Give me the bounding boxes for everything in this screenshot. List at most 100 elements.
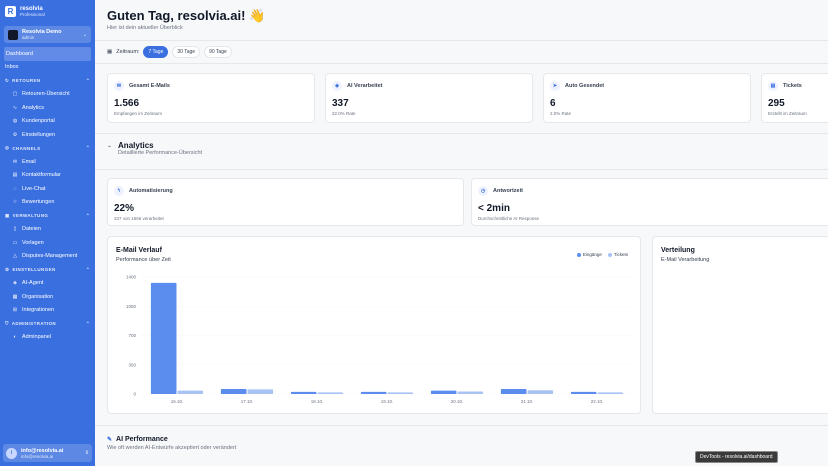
chevron-up-icon: ⌃ (85, 145, 90, 151)
sidebar-item-label: Dashboard (6, 50, 33, 57)
range-30-days-button[interactable]: 30 Tage (172, 46, 201, 58)
bar-tickets (527, 390, 554, 394)
bar-eingaenge (220, 388, 247, 394)
settings-icon: ⚙ (5, 266, 10, 272)
shield-icon: ⛉ (5, 321, 9, 327)
chevron-up-icon: ⌃ (107, 146, 113, 152)
gear-icon: ⚙ (12, 131, 18, 138)
kpi-value: 6 (550, 98, 556, 109)
divider (95, 425, 828, 426)
y-tick-label: 1050 (126, 304, 137, 309)
sidebar-section-einstellungen[interactable]: ⚙ EINSTELLUNGEN ⌃ (0, 263, 95, 277)
y-tick-label: 0 (133, 392, 136, 397)
ai-performance-section: ✎ AI Performance Wie oft werden AI-Entwür… (107, 436, 236, 451)
sidebar-item-bewertungen[interactable]: ☆ Bewertungen (0, 196, 95, 210)
response-time-card: ◷ Antwortzeit < 2min Durchschnittliche AI… (471, 178, 828, 226)
analytics-section-toggle[interactable]: ⌃ Analytics Detaillierte Performance-Übe… (107, 141, 202, 156)
x-tick-label: 22.10. (591, 399, 604, 404)
sidebar-item-kontaktformular[interactable]: ▤ Kontaktformular (0, 169, 95, 183)
bar-tickets (177, 390, 204, 394)
chevron-up-icon: ⌃ (85, 320, 90, 326)
ticket-icon: ▤ (768, 81, 778, 91)
x-tick-label: 17.10. (241, 399, 254, 404)
pencil-icon: ✎ (107, 437, 113, 443)
sidebar-section-retouren[interactable]: ↻ RETOUREN ⌃ (0, 74, 95, 88)
sidebar-section-channels[interactable]: ◎ CHANNELS ⌃ (0, 142, 95, 156)
sidebar-item-email[interactable]: ✉ Email (0, 155, 95, 169)
sidebar-section-verwaltung[interactable]: ▣ VERWALTUNG ⌃ (0, 209, 95, 223)
sidebar-item-inbox[interactable]: Inbox (0, 61, 95, 75)
chevron-up-icon: ⌃ (85, 212, 90, 218)
automation-card: ϟ Automatisierung 22% 337 von 1566 verarb… (107, 178, 464, 226)
divider (95, 40, 828, 41)
broadcast-icon: ◎ (5, 145, 10, 151)
kpi-card-tickets[interactable]: ▤ Tickets 295 Erstellt im Zeitraum (761, 73, 828, 123)
divider (95, 169, 828, 170)
range-7-days-button[interactable]: 7 Tage (143, 46, 169, 58)
automation-value: 22% (114, 203, 135, 214)
refresh-icon: ↻ (5, 77, 10, 83)
brand[interactable]: R resolvia Professional (0, 0, 95, 23)
kpi-sub: Erstellt im Zeitraum (768, 111, 807, 116)
bar-eingaenge (500, 388, 527, 394)
x-tick-label: 21.10. (521, 399, 534, 404)
sidebar-item-vorlagen[interactable]: ▭ Vorlagen (0, 236, 95, 250)
range-90-days-button[interactable]: 90 Tage (204, 46, 232, 58)
page-subtitle: Hier ist dein aktueller Überblick (107, 25, 183, 31)
analytics-subtitle: Detaillierte Performance-Übersicht (118, 150, 203, 156)
bolt-icon: ϟ (114, 186, 124, 196)
email-history-chart: 0 350 700 1050 1400 16.10. 17.10. 18.10. 19.10. 2… (126, 275, 632, 404)
x-tick-label: 19.10. (381, 399, 394, 404)
bar-eingaenge (360, 391, 387, 394)
automation-sub: 337 von 1566 verarbeitet (114, 216, 164, 221)
sidebar-item-live-chat[interactable]: ◌ Live-Chat (0, 182, 95, 196)
kpi-card-total-emails[interactable]: ✉ Gesamt E-Mails 1.566 Empfangen im Zeitr… (107, 73, 315, 123)
user-menu[interactable]: i info@resolvia.ai info@resolvia.ai ⇕ (3, 444, 92, 462)
mail-icon: ✉ (114, 81, 124, 91)
sidebar-item-dashboard[interactable]: Dashboard (4, 47, 91, 61)
divider (95, 63, 828, 64)
y-tick-label: 1400 (126, 275, 137, 280)
user-shield-icon: ◐ (13, 334, 17, 341)
response-value: < 2min (478, 203, 510, 214)
main-content: Guten Tag, resolvia.ai! 👋 Hier ist dein … (95, 0, 828, 466)
page-title: Guten Tag, resolvia.ai! 👋 (107, 8, 266, 23)
sidebar-item-kundenportal[interactable]: ◍ Kundenportal (0, 115, 95, 129)
template-icon: ▭ (12, 239, 18, 246)
sidebar: R resolvia Professional Resolvia Demo ad… (0, 0, 95, 466)
sidebar-item-dateien[interactable]: ▯ Dateien (0, 223, 95, 237)
bot-icon: ◈ (332, 81, 342, 91)
kpi-card-auto-sent[interactable]: ➤ Auto Gesendet 6 2.0% Rate (543, 73, 751, 123)
divider (95, 133, 828, 134)
distribution-subtitle: E-Mail Verarbeitung (661, 257, 710, 263)
sidebar-item-organisation[interactable]: ▦ Organisation (0, 290, 95, 304)
devtools-tooltip: DevTools - resolvia.ai/dashboard (695, 451, 778, 463)
chevron-down-icon: ⌄ (82, 31, 87, 38)
sidebar-item-analytics[interactable]: ∿ Analytics (0, 101, 95, 115)
kpi-sub: Empfangen im Zeitraum (114, 111, 163, 116)
brand-plan: Professional (20, 12, 45, 17)
chart-icon: ∿ (12, 104, 18, 111)
sidebar-item-adminpanel[interactable]: ◐ Adminpanel (0, 331, 95, 345)
chevron-up-icon: ⌃ (85, 77, 90, 83)
distribution-card: Verteilung E-Mail Verarbeitung (652, 236, 828, 414)
sidebar-item-integrationen[interactable]: ⊞ Integrationen (0, 304, 95, 318)
org-switcher[interactable]: Resolvia Demo admin ⌄ (4, 26, 91, 43)
avatar: i (6, 447, 17, 459)
bar-tickets (457, 391, 484, 394)
x-tick-label: 20.10. (451, 399, 464, 404)
kpi-card-ai-processed[interactable]: ◈ AI Verarbeitet 337 22.0% Rate (325, 73, 533, 123)
sidebar-item-retouren-uebersicht[interactable]: ▢ Retouren-Übersicht (0, 88, 95, 102)
globe-icon: ◍ (12, 118, 18, 125)
sidebar-item-ai-agent[interactable]: ◈ AI-Agent (0, 277, 95, 291)
sidebar-item-disputes[interactable]: △ Disputes-Management (0, 250, 95, 264)
chevron-updown-icon: ⇕ (84, 450, 89, 456)
sidebar-item-einstellungen[interactable]: ⚙ Einstellungen (0, 128, 95, 142)
bar-tickets (247, 389, 274, 394)
x-tick-label: 18.10. (311, 399, 324, 404)
sidebar-section-administration[interactable]: ⛉ ADMINISTRATION ⌃ (0, 317, 95, 331)
time-range-selector: ▦ Zeitraum: 7 Tage 30 Tage 90 Tage (107, 46, 232, 58)
org-logo-icon (8, 29, 18, 40)
chevron-up-icon: ⌃ (85, 266, 90, 272)
bar-eingaenge (570, 391, 597, 394)
